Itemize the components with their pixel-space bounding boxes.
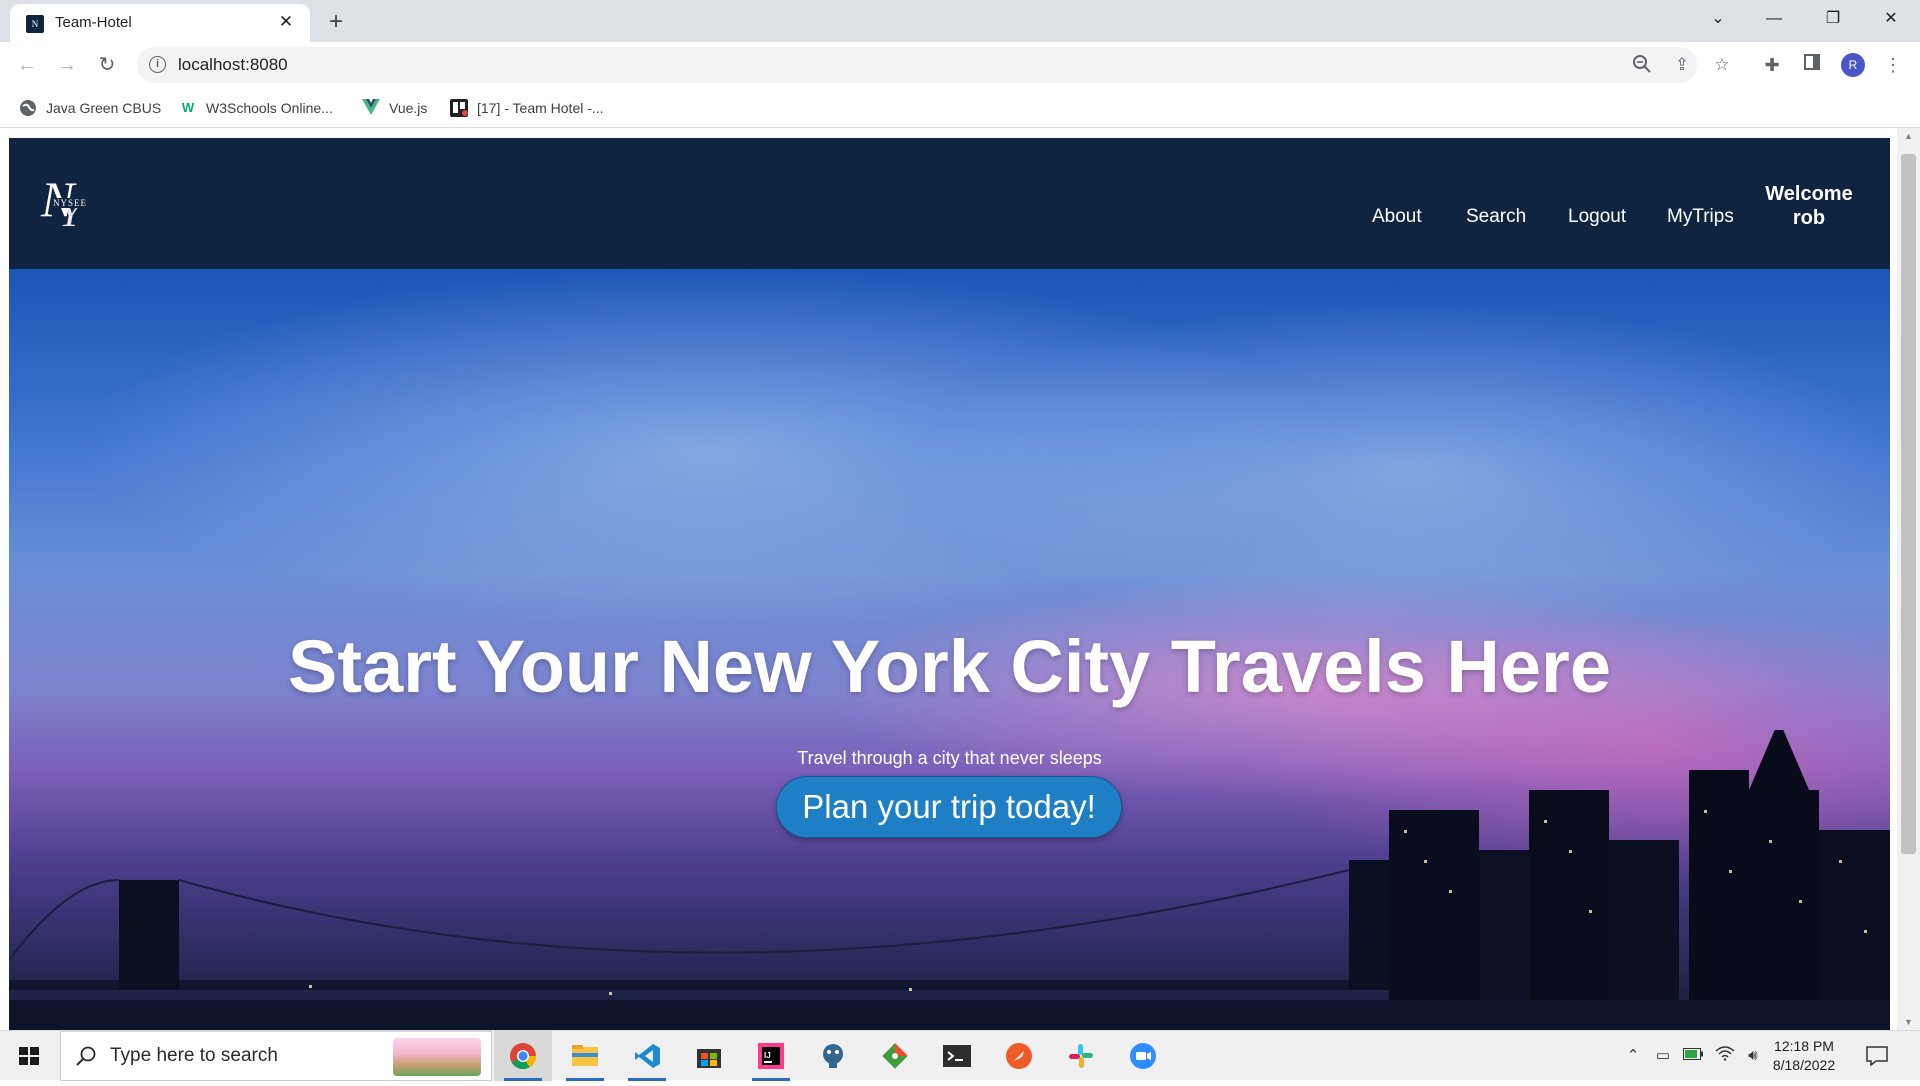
clock-date: 8/18/2022 <box>1772 1057 1836 1073</box>
forward-button[interactable]: → <box>53 51 81 79</box>
postman-icon <box>1006 1043 1032 1069</box>
taskbar-postgres[interactable] <box>804 1031 862 1081</box>
site-favicon-icon: N <box>26 15 44 33</box>
taskbar-slack[interactable] <box>1052 1031 1110 1081</box>
vscode-icon <box>635 1044 660 1068</box>
zoom-icon <box>1130 1043 1156 1069</box>
taskbar-clock[interactable]: 12:18 PM 8/18/2022 <box>1768 1037 1840 1075</box>
taskbar-postman[interactable] <box>990 1031 1048 1081</box>
notifications-icon[interactable] <box>1864 1043 1890 1069</box>
intellij-icon: IJ <box>758 1043 784 1069</box>
bookmark-java-green[interactable]: Java Green CBUS <box>19 97 161 119</box>
new-tab-button[interactable]: + <box>322 8 350 36</box>
bookmark-label: Vue.js <box>389 100 428 116</box>
git-icon <box>882 1043 908 1069</box>
reload-button[interactable]: ↻ <box>93 51 121 79</box>
welcome-username: rob <box>1792 207 1826 229</box>
bookmark-label: Java Green CBUS <box>46 100 162 116</box>
terminal-icon <box>943 1045 971 1067</box>
windows-taskbar: Type here to search IJ ⌃ ▭ 🔊︎ 12:18 PM 8… <box>0 1030 1920 1081</box>
volume-icon[interactable]: 🔊︎ <box>1742 1045 1764 1067</box>
city-skyline-image <box>9 730 1890 1030</box>
svg-text:Y: Y <box>59 190 85 230</box>
slack-icon <box>1069 1044 1093 1068</box>
tab-search-icon[interactable]: ⌄ <box>1695 0 1741 38</box>
bookmark-label: W3Schools Online... <box>206 100 333 116</box>
taskbar-zoom[interactable] <box>1114 1031 1172 1081</box>
welcome-message: Welcome rob <box>1749 182 1869 230</box>
hero-subtitle: Travel through a city that never sleeps <box>797 748 1102 768</box>
svg-text:IJ: IJ <box>764 1051 771 1060</box>
site-navbar: N Y NYSEE About Search Logout MyTrips We… <box>9 138 1890 269</box>
scroll-down-icon[interactable]: ▼ <box>1897 1014 1920 1030</box>
site-info-icon[interactable]: i <box>149 56 166 73</box>
meet-now-icon[interactable]: ▭ <box>1652 1045 1674 1067</box>
page-scrollbar[interactable]: ▲ ▼ <box>1897 128 1920 1030</box>
show-hidden-icons-icon[interactable]: ⌃ <box>1622 1045 1644 1067</box>
zoom-icon[interactable] <box>1631 54 1653 76</box>
globe-icon <box>19 99 37 117</box>
w3schools-icon: W <box>181 100 195 115</box>
page-viewport: N Y NYSEE About Search Logout MyTrips We… <box>9 138 1890 1030</box>
search-highlight-image[interactable] <box>393 1038 481 1076</box>
close-tab-icon[interactable]: ✕ <box>274 10 298 34</box>
start-button[interactable] <box>0 1031 58 1081</box>
scroll-thumb[interactable] <box>1901 154 1916 854</box>
taskbar-chrome[interactable] <box>494 1031 552 1081</box>
bookmark-star-icon[interactable]: ☆ <box>1711 54 1733 76</box>
nav-about-link[interactable]: About <box>1372 206 1422 228</box>
restore-button[interactable]: ❐ <box>1810 0 1856 38</box>
back-button[interactable]: ← <box>13 51 41 79</box>
nav-search-link[interactable]: Search <box>1466 206 1526 228</box>
taskbar-search[interactable]: Type here to search <box>60 1031 492 1081</box>
nav-mytrips-link[interactable]: MyTrips <box>1667 206 1734 228</box>
ms-store-icon <box>697 1049 721 1068</box>
bookmarks-bar: Java Green CBUS W W3Schools Online... Vu… <box>0 88 1920 128</box>
bookmark-team-hotel[interactable]: [17] - Team Hotel -... <box>450 97 604 119</box>
search-icon <box>76 1046 96 1066</box>
welcome-label: Welcome <box>1765 183 1853 205</box>
clock-time: 12:18 PM <box>1774 1038 1834 1054</box>
bookmark-vuejs[interactable]: Vue.js <box>362 97 427 119</box>
postgres-icon <box>823 1044 843 1068</box>
browser-toolbar: ← → ↻ i localhost:8080 ⇪ ☆ ✚ R ⋮ <box>0 42 1920 88</box>
hero-section: Start Your New York City Travels Here Tr… <box>9 269 1890 1030</box>
share-icon[interactable]: ⇪ <box>1671 54 1693 76</box>
bookmark-label: [17] - Team Hotel -... <box>477 100 604 116</box>
taskbar-intellij[interactable]: IJ <box>742 1031 800 1081</box>
chrome-icon <box>510 1043 537 1070</box>
browser-tab-strip: N Team-Hotel ✕ + ⌄ — ❐ ✕ <box>0 0 1920 42</box>
vue-icon <box>362 99 380 117</box>
taskbar-git[interactable] <box>866 1031 924 1081</box>
address-bar[interactable]: i localhost:8080 ⇪ ☆ <box>137 47 1730 83</box>
address-url[interactable]: localhost:8080 <box>178 55 288 75</box>
battery-icon[interactable] <box>1682 1045 1704 1067</box>
nav-logout-link[interactable]: Logout <box>1568 206 1626 228</box>
minimize-button[interactable]: — <box>1751 0 1797 38</box>
taskbar-terminal[interactable] <box>928 1031 986 1081</box>
file-explorer-icon <box>572 1045 598 1066</box>
taskbar-vscode[interactable] <box>618 1031 676 1081</box>
extensions-icon[interactable]: ✚ <box>1759 52 1785 78</box>
site-logo[interactable]: N Y NYSEE <box>39 171 105 235</box>
side-panel-icon[interactable] <box>1799 52 1825 78</box>
wifi-icon[interactable] <box>1714 1045 1736 1067</box>
taskbar-store[interactable] <box>680 1031 738 1081</box>
logo-text: NYSEE <box>53 198 87 208</box>
windows-logo-icon <box>19 1047 39 1065</box>
trello-icon <box>450 99 468 117</box>
hero-title: Start Your New York City Travels Here <box>288 625 1611 708</box>
profile-avatar[interactable]: R <box>1841 53 1865 77</box>
bookmark-w3schools[interactable]: W W3Schools Online... <box>179 97 333 119</box>
browser-menu-icon[interactable]: ⋮ <box>1880 52 1906 78</box>
search-placeholder[interactable]: Type here to search <box>110 1045 278 1067</box>
browser-tab[interactable]: N Team-Hotel ✕ <box>10 4 310 42</box>
close-window-button[interactable]: ✕ <box>1868 0 1914 38</box>
scroll-up-icon[interactable]: ▲ <box>1897 128 1920 144</box>
tab-title: Team-Hotel <box>55 14 132 31</box>
taskbar-file-explorer[interactable] <box>556 1031 614 1081</box>
plan-trip-button[interactable]: Plan your trip today! <box>776 776 1122 838</box>
